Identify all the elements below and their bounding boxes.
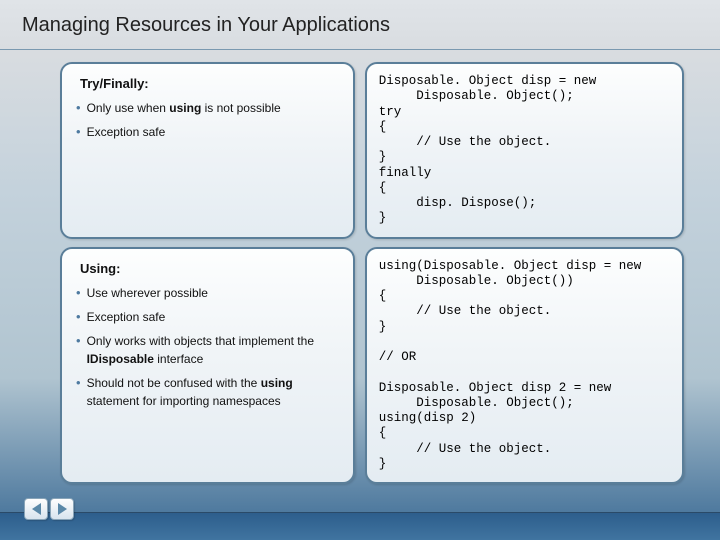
bullet-item: • Only works with objects that implement … <box>76 332 341 368</box>
bullet-dot-icon: • <box>76 332 81 350</box>
page-title: Managing Resources in Your Applications <box>0 0 720 50</box>
bullet-dot-icon: • <box>76 374 81 392</box>
bullet-dot-icon: • <box>76 284 81 302</box>
bullet-text: Exception safe <box>87 123 166 141</box>
row-using: Using: • Use wherever possible • Exception… <box>60 247 684 485</box>
triangle-right-icon <box>58 503 67 515</box>
footer-bar <box>0 512 720 540</box>
bullet-item: • Only use when using is not possible <box>76 99 341 117</box>
triangle-left-icon <box>32 503 41 515</box>
bullet-item: • Use wherever possible <box>76 284 341 302</box>
bullet-text: Only use when using is not possible <box>87 99 281 117</box>
bullet-text: Only works with objects that implement t… <box>87 332 341 368</box>
heading-using: Using: <box>80 261 341 276</box>
bullet-dot-icon: • <box>76 308 81 326</box>
bullet-text: Should not be confused with the using st… <box>87 374 341 410</box>
panel-try-finally-code: Disposable. Object disp = new Disposable… <box>365 62 684 239</box>
next-button[interactable] <box>50 498 74 520</box>
bullet-dot-icon: • <box>76 123 81 141</box>
bullet-item: • Should not be confused with the using s… <box>76 374 341 410</box>
panel-try-finally-text: Try/Finally: • Only use when using is not… <box>60 62 355 239</box>
bullet-item: • Exception safe <box>76 123 341 141</box>
heading-try-finally: Try/Finally: <box>80 76 341 91</box>
slide-body: Try/Finally: • Only use when using is not… <box>0 50 720 494</box>
bullet-text: Use wherever possible <box>87 284 208 302</box>
bullet-dot-icon: • <box>76 99 81 117</box>
panel-using-text: Using: • Use wherever possible • Exception… <box>60 247 355 485</box>
row-try-finally: Try/Finally: • Only use when using is not… <box>60 62 684 239</box>
prev-button[interactable] <box>24 498 48 520</box>
bullet-text: Exception safe <box>87 308 166 326</box>
nav-controls <box>24 498 74 520</box>
panel-using-code: using(Disposable. Object disp = new Disp… <box>365 247 684 485</box>
bullet-item: • Exception safe <box>76 308 341 326</box>
